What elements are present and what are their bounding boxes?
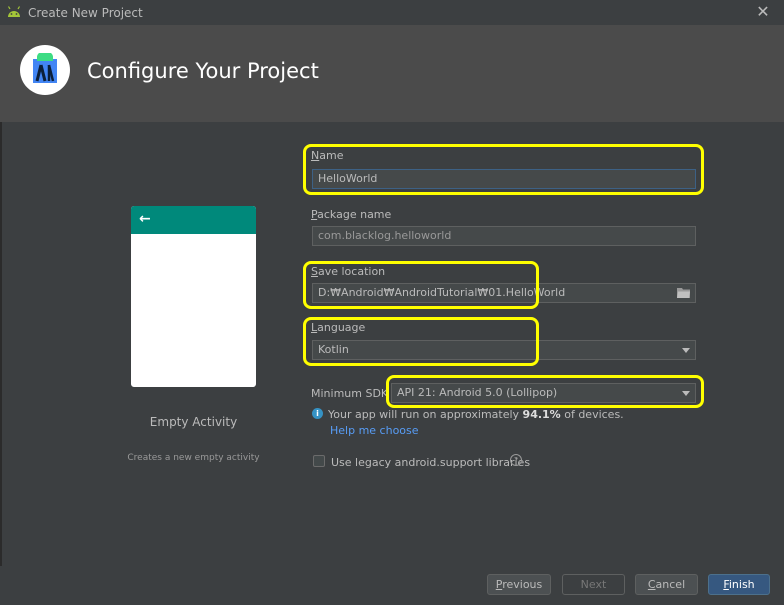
next-button[interactable]: Next bbox=[562, 574, 625, 595]
finish-button[interactable]: Finish bbox=[708, 574, 770, 595]
package-name-label: Package name bbox=[311, 208, 392, 221]
left-edge-divider bbox=[0, 122, 2, 605]
close-icon[interactable]: ✕ bbox=[754, 2, 772, 22]
help-icon[interactable]: ? bbox=[510, 454, 522, 466]
package-name-field[interactable]: com.blacklog.helloworld bbox=[312, 226, 696, 246]
preview-app-bar: ← bbox=[131, 206, 256, 234]
cancel-button[interactable]: Cancel bbox=[635, 574, 698, 595]
legacy-support-checkbox[interactable] bbox=[313, 455, 325, 467]
save-location-highlight bbox=[303, 261, 539, 309]
minimum-sdk-highlight bbox=[386, 375, 704, 408]
template-name: Empty Activity bbox=[149, 415, 238, 429]
android-studio-logo-icon bbox=[20, 45, 70, 95]
device-coverage-text: Your app will run on approximately 94.1%… bbox=[328, 408, 624, 421]
window-title: Create New Project bbox=[28, 6, 143, 20]
chevron-down-icon bbox=[682, 348, 690, 353]
info-icon: i bbox=[312, 408, 323, 419]
minimum-sdk-label: Minimum SDK bbox=[311, 387, 389, 400]
page-title: Configure Your Project bbox=[87, 59, 319, 83]
folder-icon[interactable] bbox=[677, 287, 690, 298]
legacy-support-label[interactable]: Use legacy android.support libraries bbox=[331, 456, 530, 469]
back-arrow-icon: ← bbox=[139, 211, 151, 227]
template-description: Creates a new empty activity bbox=[127, 453, 260, 463]
help-me-choose-link[interactable]: Help me choose bbox=[330, 424, 419, 437]
name-highlight bbox=[303, 144, 704, 195]
android-icon bbox=[7, 6, 21, 17]
wizard-header: Configure Your Project bbox=[0, 25, 784, 122]
template-preview: ← bbox=[131, 206, 256, 387]
language-highlight bbox=[303, 317, 539, 366]
title-bar: Create New Project ✕ bbox=[0, 0, 784, 25]
previous-button[interactable]: Previous bbox=[487, 574, 551, 595]
